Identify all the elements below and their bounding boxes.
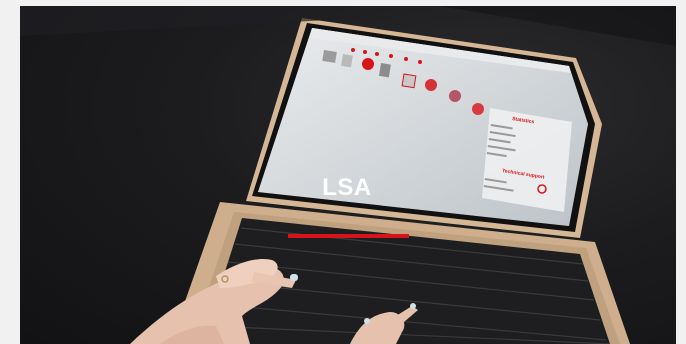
hero-title: LSA	[322, 174, 372, 201]
title-underline	[288, 234, 409, 238]
statistics-panel: Statistics Technical support	[482, 108, 572, 212]
hero-card[interactable]: Statistics Technical support LSA	[20, 6, 676, 344]
